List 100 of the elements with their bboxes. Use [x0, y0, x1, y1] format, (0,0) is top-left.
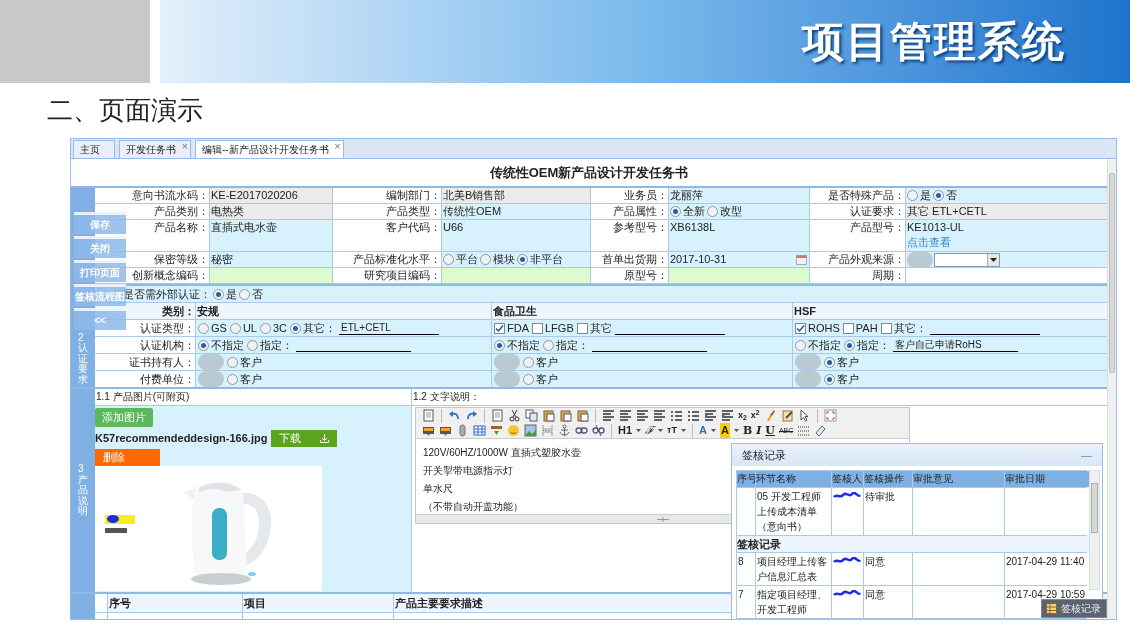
radio-button[interactable] — [707, 206, 718, 217]
caret-icon[interactable] — [710, 429, 716, 432]
underline-button[interactable]: U — [765, 423, 775, 438]
radio-button[interactable] — [523, 373, 534, 385]
redo-icon[interactable] — [465, 409, 478, 422]
caret-icon[interactable] — [636, 429, 642, 432]
indent-icon[interactable] — [704, 409, 717, 422]
anchor-icon[interactable] — [558, 424, 571, 437]
caret-icon[interactable] — [658, 429, 664, 432]
image-insert-icon[interactable] — [422, 424, 435, 437]
radio-button[interactable] — [213, 288, 224, 300]
checkbox[interactable] — [842, 322, 854, 334]
option-label[interactable]: LFGB — [545, 320, 574, 336]
radio-button[interactable] — [247, 339, 258, 351]
link-icon[interactable] — [575, 424, 588, 437]
option-label[interactable]: 否 — [946, 188, 957, 203]
scrollbar[interactable] — [1089, 470, 1100, 590]
radio-button[interactable] — [229, 322, 241, 334]
radio-button[interactable] — [795, 339, 806, 351]
option-label[interactable]: 不指定 — [211, 337, 244, 353]
option-label[interactable]: 不指定 — [507, 337, 540, 353]
resize-handle-icon[interactable] — [656, 516, 669, 522]
checkbox[interactable] — [576, 322, 588, 334]
input-field[interactable]: 传统性OEM — [442, 204, 590, 219]
input-field[interactable] — [210, 268, 332, 283]
fill-in-line[interactable]: ETL+CETL — [339, 321, 440, 335]
align-icon[interactable] — [602, 409, 615, 422]
option-label[interactable]: 平台 — [456, 252, 478, 267]
input-field[interactable]: 秘密 — [210, 252, 332, 267]
scissors-icon[interactable] — [508, 409, 521, 422]
option-label[interactable]: 3C — [272, 320, 288, 336]
option-label[interactable]: 客户 — [240, 354, 262, 370]
input-field[interactable]: 直插式电水壶 — [210, 220, 332, 251]
option-label[interactable]: 其它： — [893, 320, 927, 336]
list-icon[interactable] — [670, 409, 683, 422]
input-field[interactable]: KE-E2017020206 — [210, 188, 332, 203]
page-break-icon[interactable] — [541, 424, 554, 437]
input-field[interactable]: 其它 ETL+CETL — [906, 204, 1107, 219]
option-label[interactable]: GS — [211, 320, 227, 336]
eraser-icon[interactable] — [814, 424, 828, 437]
option-label[interactable]: 指定： — [556, 337, 589, 353]
radio-button[interactable] — [523, 356, 534, 368]
review-log-button[interactable]: 签核记录 — [1041, 599, 1107, 618]
checkbox[interactable] — [880, 322, 892, 334]
tab[interactable]: 主页 — [73, 140, 115, 158]
input-field[interactable]: U66 — [442, 220, 590, 251]
option-label[interactable]: 指定： — [857, 337, 890, 353]
document-icon[interactable] — [422, 409, 435, 422]
unlink-icon[interactable] — [592, 424, 605, 437]
option-label[interactable]: 否 — [252, 286, 263, 302]
clipboard-icon[interactable] — [576, 409, 589, 422]
tab[interactable]: 开发任务书 × — [119, 140, 191, 158]
input-field[interactable]: KE1013-UL 点击查看 — [906, 220, 1107, 251]
option-label[interactable]: 全新 — [683, 204, 705, 219]
paint-icon[interactable] — [780, 409, 794, 422]
option-label[interactable]: 不指定 — [808, 337, 841, 353]
smiley-icon[interactable] — [507, 424, 520, 437]
radio-button[interactable] — [443, 254, 454, 265]
option-label[interactable]: 指定： — [260, 337, 293, 353]
radio-button[interactable] — [543, 339, 554, 351]
option-label[interactable]: 非平台 — [530, 252, 563, 267]
caret-icon[interactable] — [680, 429, 686, 432]
font-button[interactable]: ℱ — [645, 423, 655, 438]
option-label[interactable]: 是 — [920, 188, 931, 203]
option-label[interactable]: ROHS — [808, 320, 840, 336]
option-label[interactable]: 其它： — [303, 320, 337, 336]
option-label[interactable]: FDA — [507, 320, 529, 336]
subscript-button[interactable]: x$_{2}$ — [738, 408, 747, 423]
clipboard-icon[interactable] — [559, 409, 572, 422]
dropdown[interactable] — [934, 252, 1000, 267]
font-color-button[interactable]: A — [698, 423, 707, 438]
input-field[interactable] — [442, 268, 590, 283]
cursor-icon[interactable] — [797, 409, 811, 422]
radio-button[interactable] — [239, 288, 250, 300]
radio-button[interactable] — [670, 206, 681, 217]
bold-button[interactable]: B — [742, 423, 753, 438]
undo-icon[interactable] — [448, 409, 461, 422]
radio-button[interactable] — [198, 322, 209, 334]
option-label[interactable]: 是 — [226, 286, 237, 302]
radio-button[interactable] — [824, 373, 835, 385]
caret-icon[interactable] — [733, 429, 739, 432]
close-icon[interactable]: × — [334, 139, 341, 155]
clipboard-icon[interactable] — [542, 409, 555, 422]
highlight-button[interactable]: A — [719, 423, 730, 438]
input-field[interactable]: 电热类 — [210, 204, 332, 219]
font-size-button[interactable]: тT — [667, 423, 677, 438]
checkbox[interactable] — [532, 322, 543, 334]
date-field[interactable]: 2017-10-31 — [669, 252, 809, 267]
option-label[interactable]: 客户 — [240, 371, 262, 387]
radio-button[interactable] — [907, 190, 918, 201]
radio-button[interactable] — [198, 339, 209, 351]
radio-button[interactable] — [933, 190, 944, 201]
superscript-button[interactable]: x$^{2}$ — [750, 408, 760, 423]
document-icon[interactable] — [491, 409, 504, 422]
radio-button[interactable] — [844, 339, 855, 351]
image-insert-icon[interactable] — [439, 424, 452, 437]
radio-button[interactable] — [517, 254, 528, 265]
fill-in-line[interactable]: 客户自己申请RoHS — [893, 338, 1018, 352]
indent-icon[interactable] — [721, 409, 734, 422]
arrow-down-icon[interactable] — [490, 424, 503, 437]
